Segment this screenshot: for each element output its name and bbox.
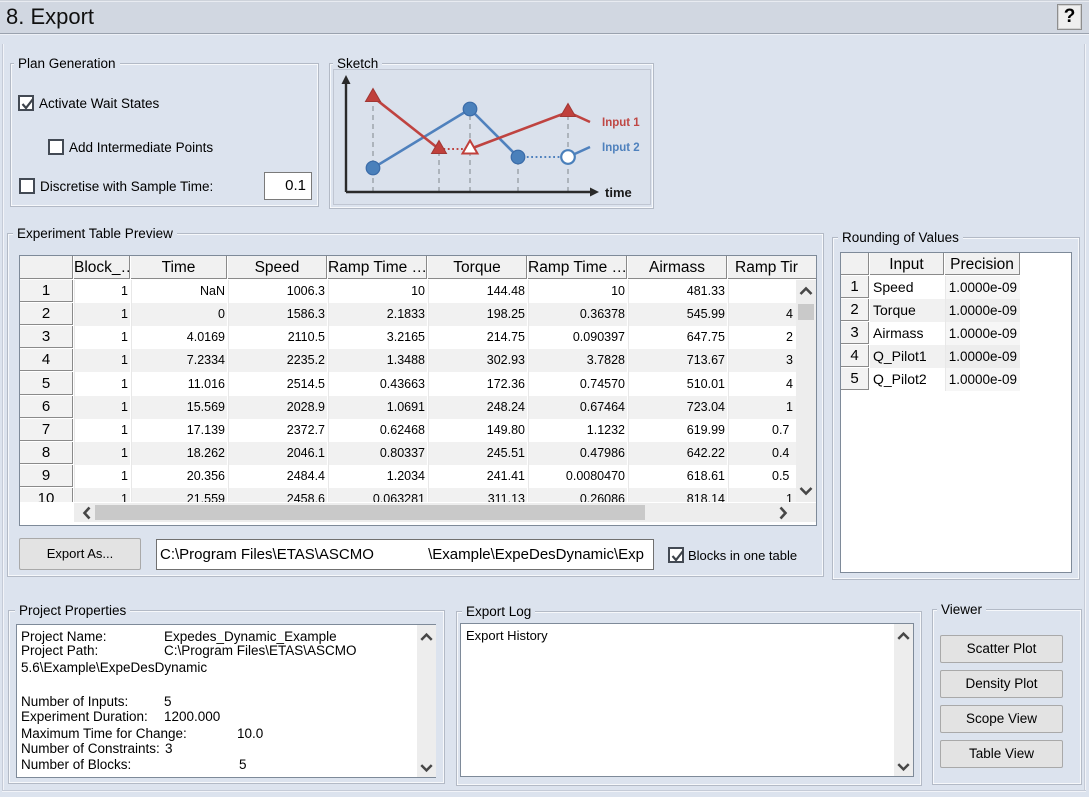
svg-text:Input 2: Input 2 — [602, 142, 640, 154]
svg-text:Input 1: Input 1 — [602, 117, 640, 129]
svg-text:time: time — [605, 185, 632, 200]
